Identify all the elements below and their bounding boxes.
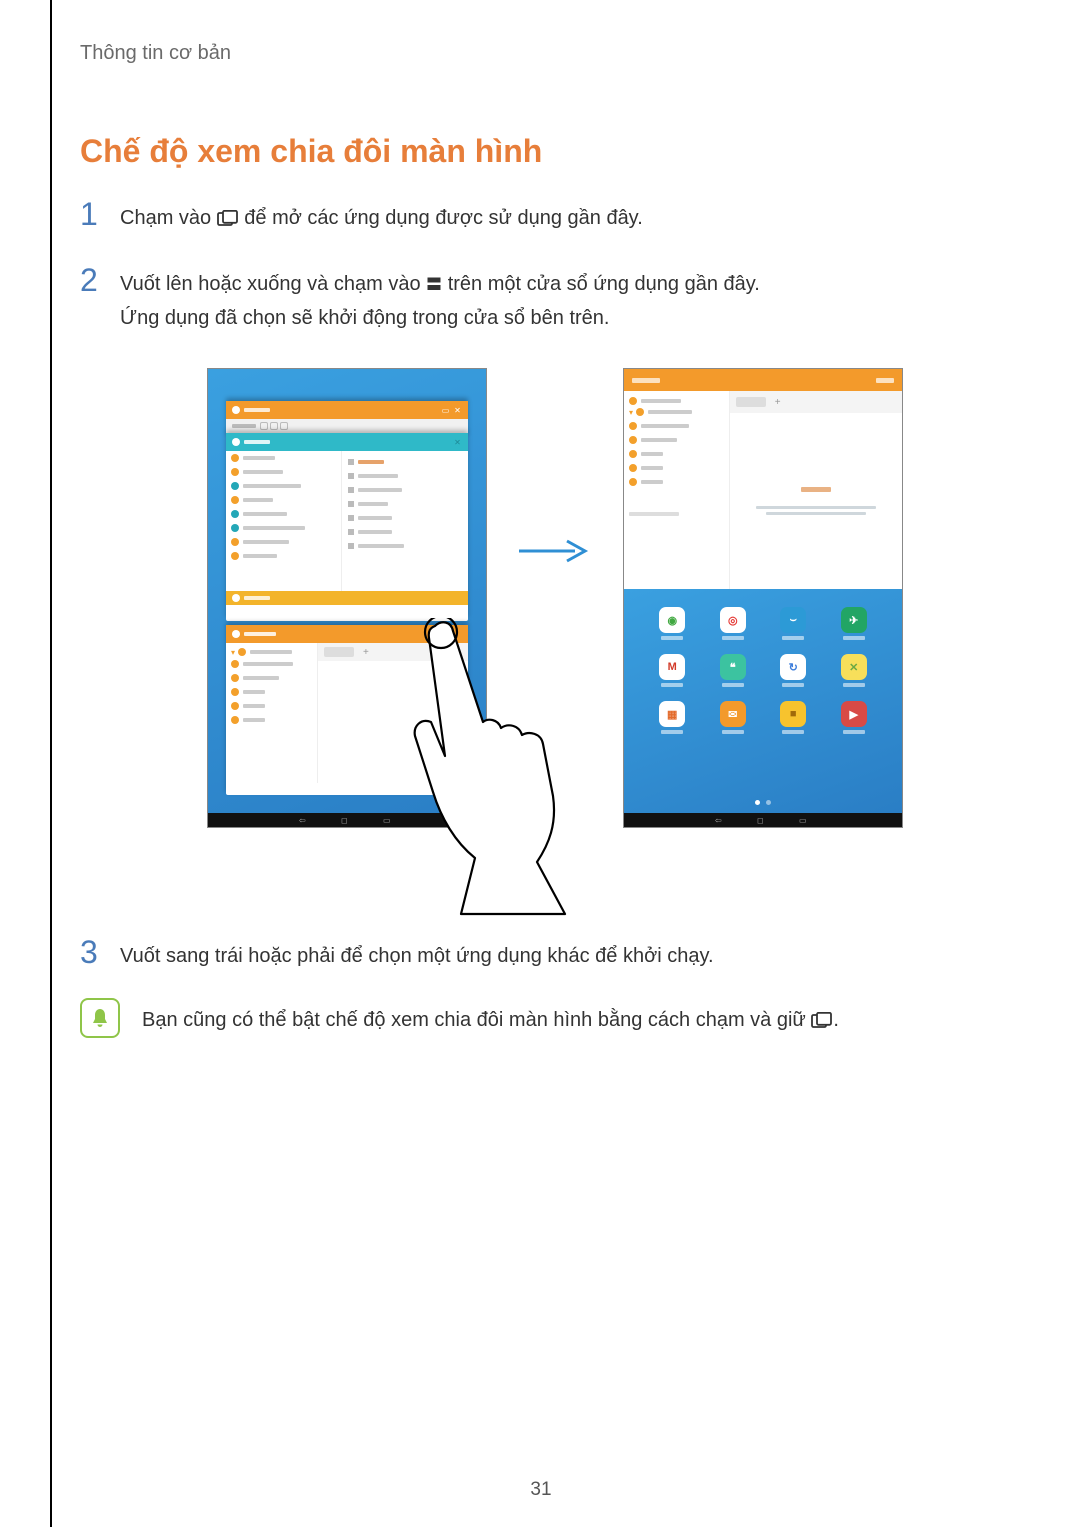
app-icon: ❝: [703, 654, 764, 687]
split-screen-icon: [426, 270, 442, 302]
figure-left-tablet: ▭ ✕ ✕: [207, 368, 487, 908]
step-2-pre: Vuốt lên hoặc xuống và chạm vào: [120, 273, 426, 295]
tip-notice: Bạn cũng có thể bật chế độ xem chia đôi …: [80, 998, 1030, 1038]
new-tab-plus: +: [772, 396, 784, 408]
app-icon: ■: [763, 701, 824, 734]
bell-icon: [80, 998, 120, 1038]
app-icon: ✈: [824, 607, 885, 640]
app-icon: ▦: [642, 701, 703, 734]
figure-right-tablet: ▾ +: [623, 368, 903, 848]
step-2: 2 Vuốt lên hoặc xuống và chạm vào trên m…: [80, 266, 1030, 334]
step-number: 3: [80, 936, 120, 968]
step-2-line2: Ứng dụng đã chọn sẽ khởi động trong cửa …: [120, 307, 609, 329]
step-text: Vuốt sang trái hoặc phải để chọn một ứng…: [120, 938, 714, 972]
tip-post: .: [833, 1009, 839, 1031]
step-number: 2: [80, 264, 120, 296]
app-icon: ✉: [703, 701, 764, 734]
recents-icon: [811, 1006, 833, 1038]
recents-icon: [217, 204, 239, 236]
app-icon: M: [642, 654, 703, 687]
page-number: 31: [52, 1479, 1030, 1501]
app-icon: ↻: [763, 654, 824, 687]
app-icon: ◉: [642, 607, 703, 640]
arrow-right-icon: [517, 538, 593, 564]
step-text: Chạm vào để mở các ứng dụng được sử dụng…: [120, 200, 643, 236]
tip-pre: Bạn cũng có thể bật chế độ xem chia đôi …: [142, 1009, 811, 1031]
page-container: Thông tin cơ bản Chế độ xem chia đôi màn…: [50, 0, 1030, 1527]
page-heading: Chế độ xem chia đôi màn hình: [80, 133, 1030, 170]
step-text: Vuốt lên hoặc xuống và chạm vào trên một…: [120, 266, 760, 334]
breadcrumb: Thông tin cơ bản: [80, 42, 1030, 65]
step-1-pre: Chạm vào: [120, 207, 217, 229]
step-2-post: trên một cửa sổ ứng dụng gần đây.: [448, 273, 760, 295]
step-1-post: để mở các ứng dụng được sử dụng gần đây.: [244, 207, 642, 229]
step-1: 1 Chạm vào để mở các ứng dụng được sử dụ…: [80, 200, 1030, 236]
app-icon: ▶: [824, 701, 885, 734]
nav-bar: ⇦◻▭: [208, 813, 486, 827]
step-number: 1: [80, 198, 120, 230]
tip-text: Bạn cũng có thể bật chế độ xem chia đôi …: [142, 998, 839, 1038]
app-icon: ⌣: [763, 607, 824, 640]
app-icon: ◎: [703, 607, 764, 640]
nav-bar: ⇦◻▭: [624, 813, 902, 827]
figure: ▭ ✕ ✕: [80, 368, 1030, 908]
app-icon: ✕: [824, 654, 885, 687]
step-3: 3 Vuốt sang trái hoặc phải để chọn một ứ…: [80, 938, 1030, 972]
